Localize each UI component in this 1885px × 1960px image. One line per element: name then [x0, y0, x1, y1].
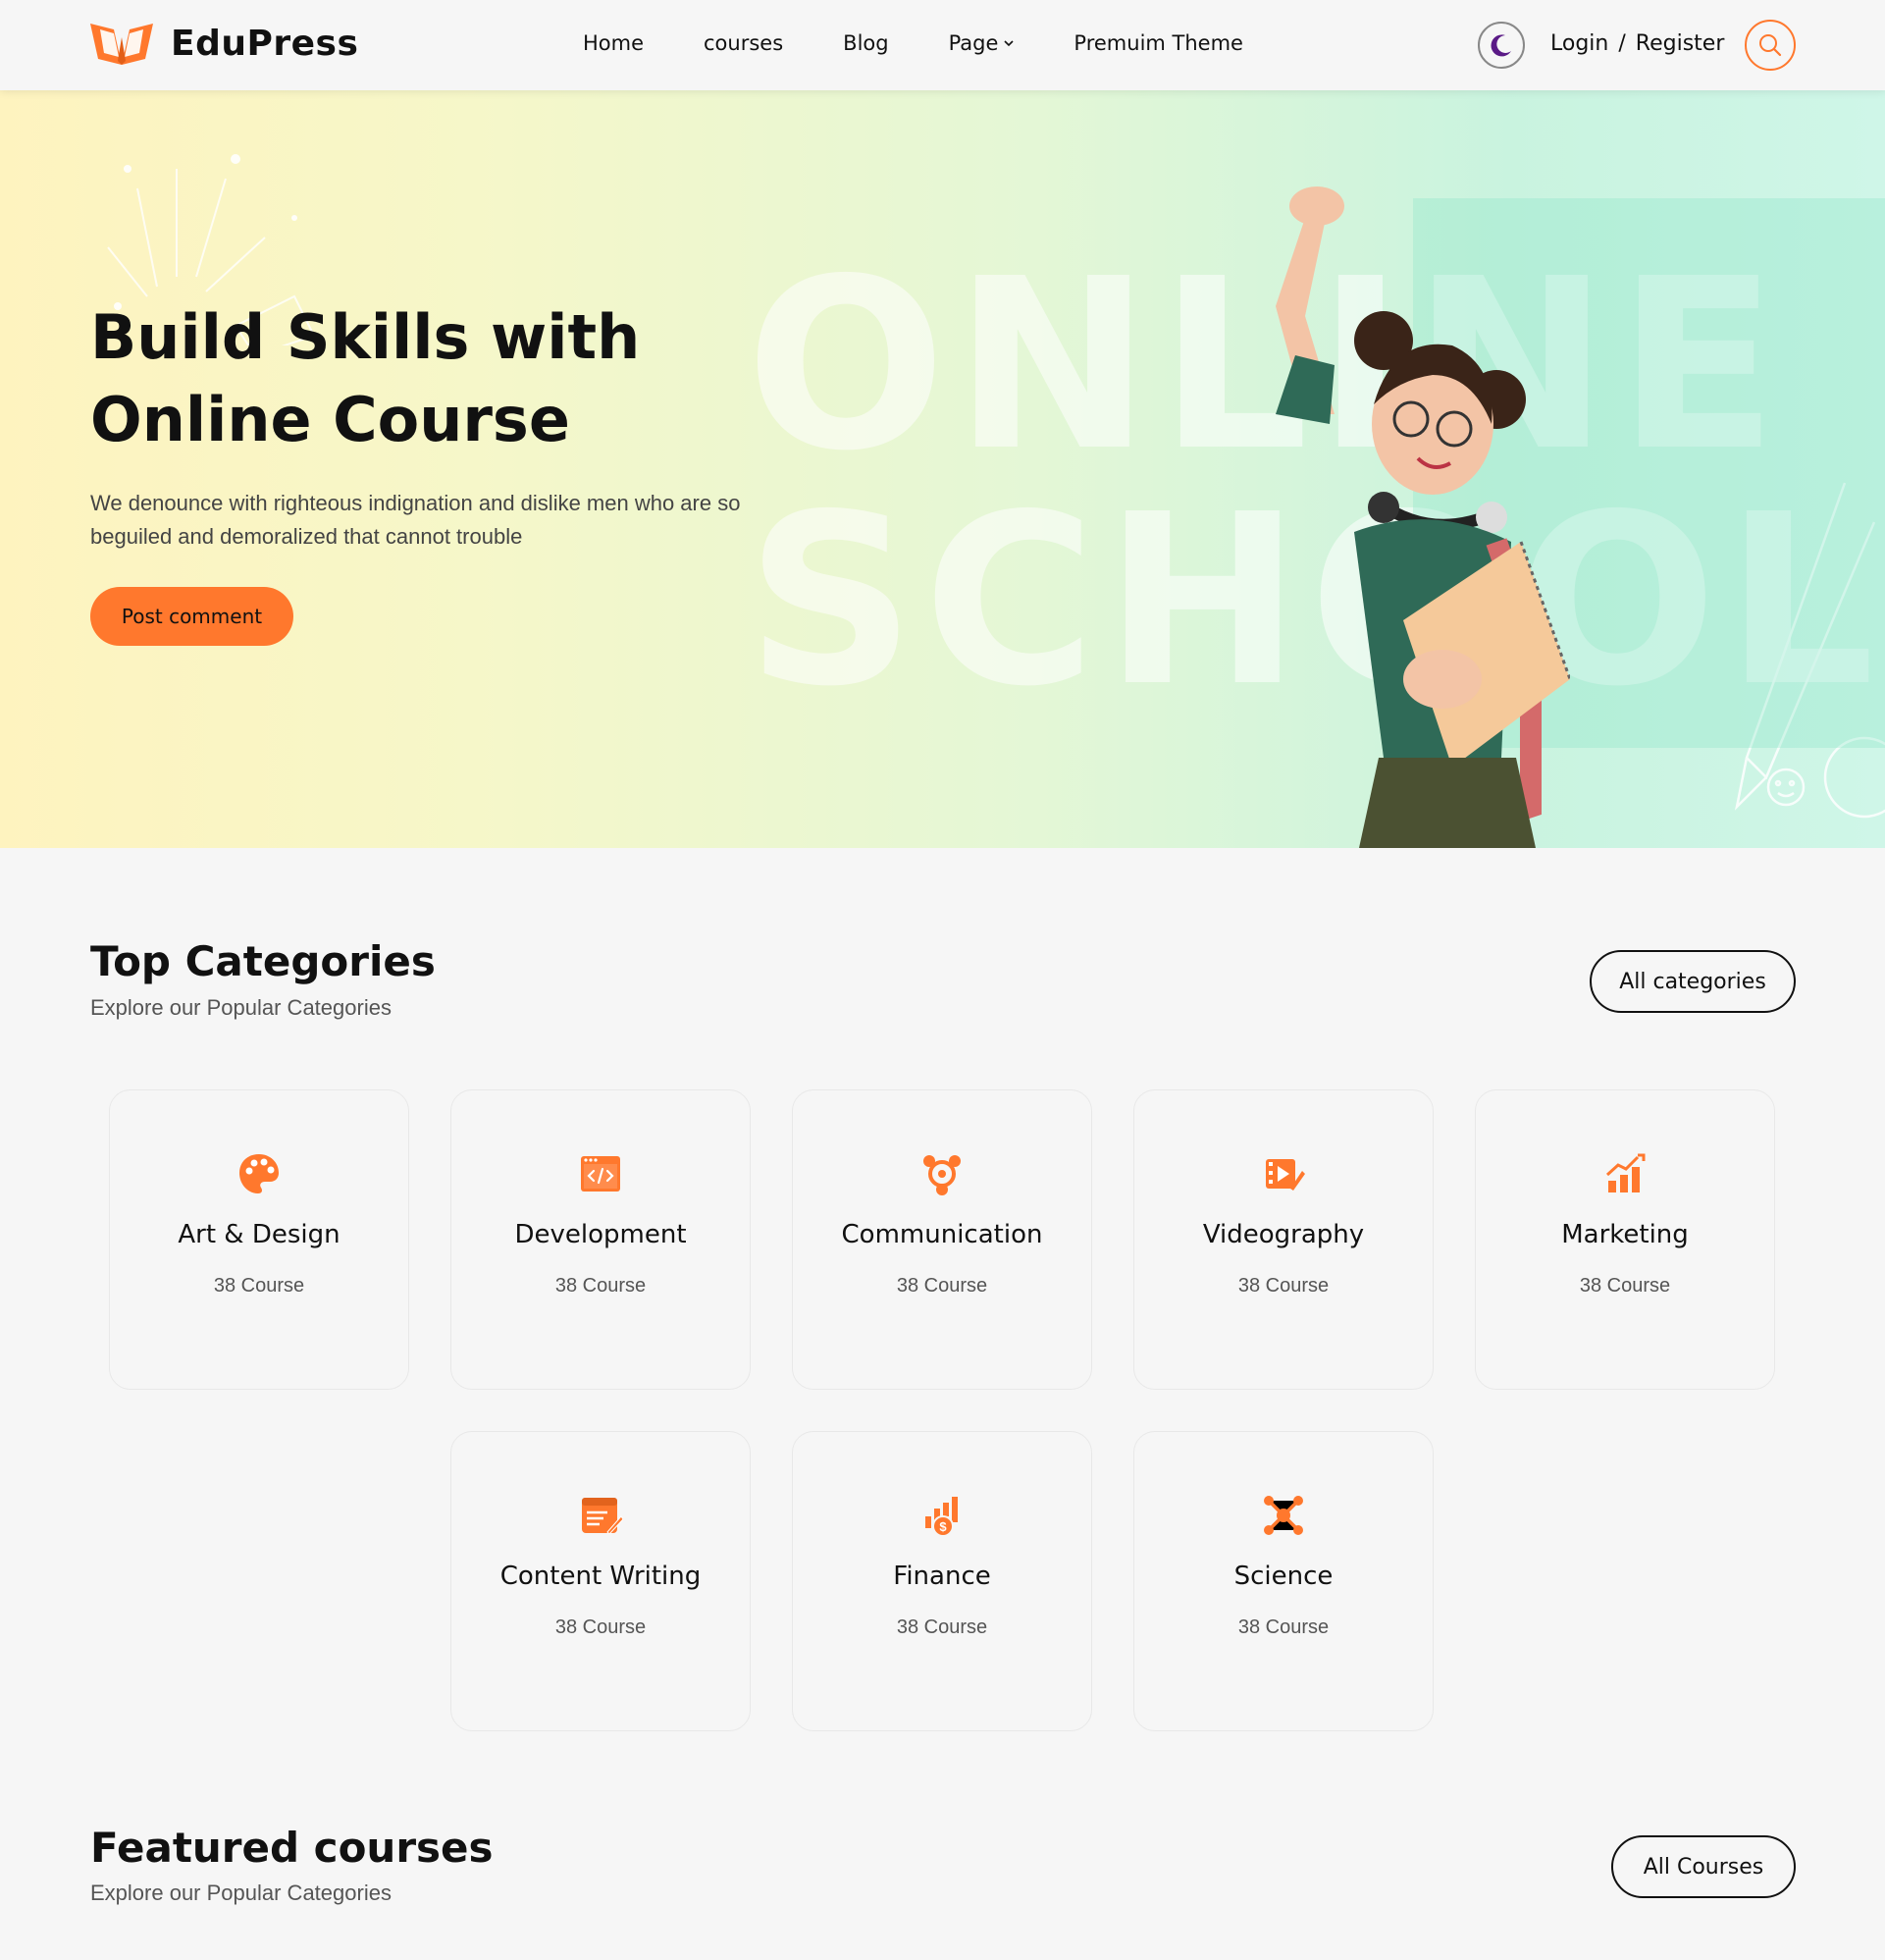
all-categories-button[interactable]: All categories: [1590, 950, 1796, 1013]
category-course-count: 38 Course: [1237, 1616, 1330, 1638]
hero-description: We denounce with righteous indignation a…: [90, 491, 741, 549]
post-comment-button[interactable]: Post comment: [90, 587, 293, 646]
brand-logo[interactable]: EduPress: [88, 18, 358, 69]
category-card-marketing[interactable]: Marketing 38 Course: [1475, 1089, 1775, 1390]
nav-item-home[interactable]: Home: [583, 31, 644, 55]
site-header: EduPress Home courses Blog Page Premuim …: [0, 0, 1885, 90]
category-course-count: 38 Course: [1237, 1275, 1330, 1297]
auth-separator: /: [1618, 31, 1626, 56]
category-name: Content Writing: [499, 1562, 702, 1591]
nav-item-courses[interactable]: courses: [704, 31, 783, 55]
category-course-count: 38 Course: [896, 1275, 988, 1297]
theme-toggle-button[interactable]: [1478, 22, 1525, 69]
search-icon: [1759, 34, 1782, 57]
book-logo-icon: [90, 24, 153, 65]
categories-subtitle: Explore our Popular Categories: [90, 995, 392, 1020]
chevron-down-icon: [1004, 40, 1014, 47]
featured-title: Featured courses: [90, 1824, 494, 1872]
nav-item-page-label: Page: [948, 31, 999, 55]
category-card-videography[interactable]: Videography 38 Course: [1133, 1089, 1434, 1390]
category-card-communication[interactable]: Communication 38 Course: [792, 1089, 1092, 1390]
nav-item-blog[interactable]: Blog: [843, 31, 888, 55]
hero-title: Build Skills with Online Course: [90, 296, 777, 461]
register-link[interactable]: Register: [1636, 31, 1725, 56]
category-card-science[interactable]: Science 38 Course: [1133, 1431, 1434, 1731]
palette-icon: [239, 1154, 279, 1193]
all-courses-button[interactable]: All Courses: [1611, 1835, 1796, 1898]
team-communication-icon: [923, 1155, 961, 1195]
main-nav: Home courses Blog Page Premuim Theme: [583, 31, 1303, 55]
nav-item-page[interactable]: Page: [949, 31, 1015, 55]
featured-subtitle: Explore our Popular Categories: [90, 1881, 392, 1905]
search-button[interactable]: [1745, 20, 1796, 71]
hero-banner: ONLINE SCHOOL Build Skills with Online C…: [0, 90, 1885, 848]
nav-item-premium-theme[interactable]: Premuim Theme: [1073, 31, 1243, 55]
category-card-content-writing[interactable]: Content Writing 38 Course: [450, 1431, 751, 1731]
brand-name: EduPress: [171, 23, 359, 64]
category-name: Art & Design: [178, 1220, 340, 1249]
category-card-art-design[interactable]: Art & Design 38 Course: [109, 1089, 409, 1390]
category-course-count: 38 Course: [1579, 1275, 1671, 1297]
molecule-icon: [1264, 1496, 1303, 1535]
student-illustration: [1276, 186, 1570, 848]
category-course-count: 38 Course: [213, 1275, 305, 1297]
category-name: Communication: [841, 1220, 1043, 1249]
growth-chart-icon: [1605, 1153, 1646, 1192]
finance-chart-icon: $: [925, 1497, 958, 1537]
login-link[interactable]: Login: [1550, 31, 1608, 56]
auth-links: Login / Register: [1550, 31, 1724, 56]
categories-title: Top Categories: [90, 937, 436, 985]
hero-title-line1: Build Skills with: [90, 301, 641, 373]
category-course-count: 38 Course: [554, 1616, 647, 1638]
category-card-finance[interactable]: $ Finance 38 Course: [792, 1431, 1092, 1731]
video-editing-icon: [1266, 1159, 1305, 1191]
category-course-count: 38 Course: [554, 1275, 647, 1297]
category-name: Development: [514, 1220, 687, 1249]
category-name: Finance: [893, 1562, 991, 1591]
category-card-development[interactable]: Development 38 Course: [450, 1089, 751, 1390]
svg-text:$: $: [939, 1519, 947, 1534]
category-name: Videography: [1202, 1220, 1365, 1249]
hero-title-line2: Online Course: [90, 384, 570, 455]
moon-icon: [1491, 34, 1511, 57]
content-writing-icon: [582, 1498, 623, 1535]
code-window-icon: [581, 1156, 620, 1192]
category-name: Marketing: [1561, 1220, 1689, 1249]
category-course-count: 38 Course: [896, 1616, 988, 1638]
category-name: Science: [1233, 1562, 1334, 1591]
